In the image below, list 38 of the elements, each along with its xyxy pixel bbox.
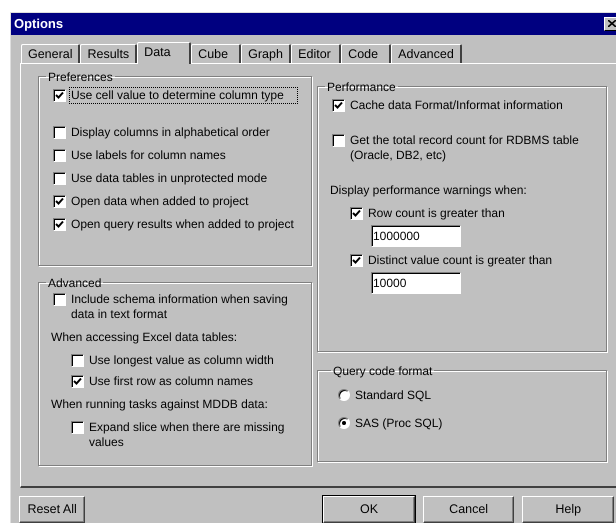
group-title: Preferences	[47, 70, 114, 84]
tab[interactable]: General	[21, 44, 80, 63]
option-label: Distinct value count is greater than	[367, 252, 554, 268]
number-field[interactable]: 10000	[371, 272, 461, 294]
dialog-button[interactable]: Cancel	[422, 496, 514, 523]
option-label: Open query results when added to project	[70, 216, 295, 232]
option-label: Use data tables in unprotected mode	[70, 170, 268, 186]
tab[interactable]: Results	[80, 44, 138, 63]
dialog-button[interactable]: Help	[522, 496, 614, 523]
section-label: When accessing Excel data tables:	[51, 330, 238, 345]
option-label: Standard SQL	[355, 386, 432, 404]
option-label: Use longest value as column width	[88, 352, 275, 368]
group-title: Advanced	[47, 276, 102, 290]
option-label: Use cell value to determine column type	[70, 88, 297, 103]
section-label: Display performance warnings when:	[330, 182, 528, 198]
option-label: Cache data Format/Informat information	[349, 98, 564, 113]
tab[interactable]: Graph	[241, 44, 292, 63]
option-label: Use labels for column names	[70, 148, 227, 163]
window-title: Options	[14, 15, 64, 34]
option-label: SAS (Proc SQL)	[355, 414, 442, 432]
option-label: Display columns in alphabetical order	[70, 124, 271, 140]
tab[interactable]: Editor	[291, 44, 342, 63]
tab[interactable]: Cube	[191, 44, 242, 63]
tab[interactable]: Code	[341, 44, 392, 63]
option-label: Open data when added to project	[70, 194, 250, 209]
tab[interactable]: Advanced	[391, 44, 462, 63]
dialog-button[interactable]: OK	[323, 496, 415, 523]
dialog-button[interactable]: Reset All	[19, 496, 86, 523]
option-label: Get the total record count for RDBMS table (Oracle, DB2, etc)	[349, 132, 580, 163]
group-title: Performance	[326, 80, 397, 94]
group-title: Query code format	[332, 364, 434, 378]
number-field[interactable]: 1000000	[371, 224, 461, 247]
section-label: When running tasks against MDDB data:	[51, 396, 269, 412]
option-label: Row count is greater than	[367, 206, 506, 221]
option-label: Expand slice when there are missing values	[88, 420, 286, 450]
option-label: Use first row as column names	[88, 374, 254, 389]
tab[interactable]: Data	[137, 42, 192, 64]
option-label: Include schema information when saving data in text format	[70, 292, 289, 322]
